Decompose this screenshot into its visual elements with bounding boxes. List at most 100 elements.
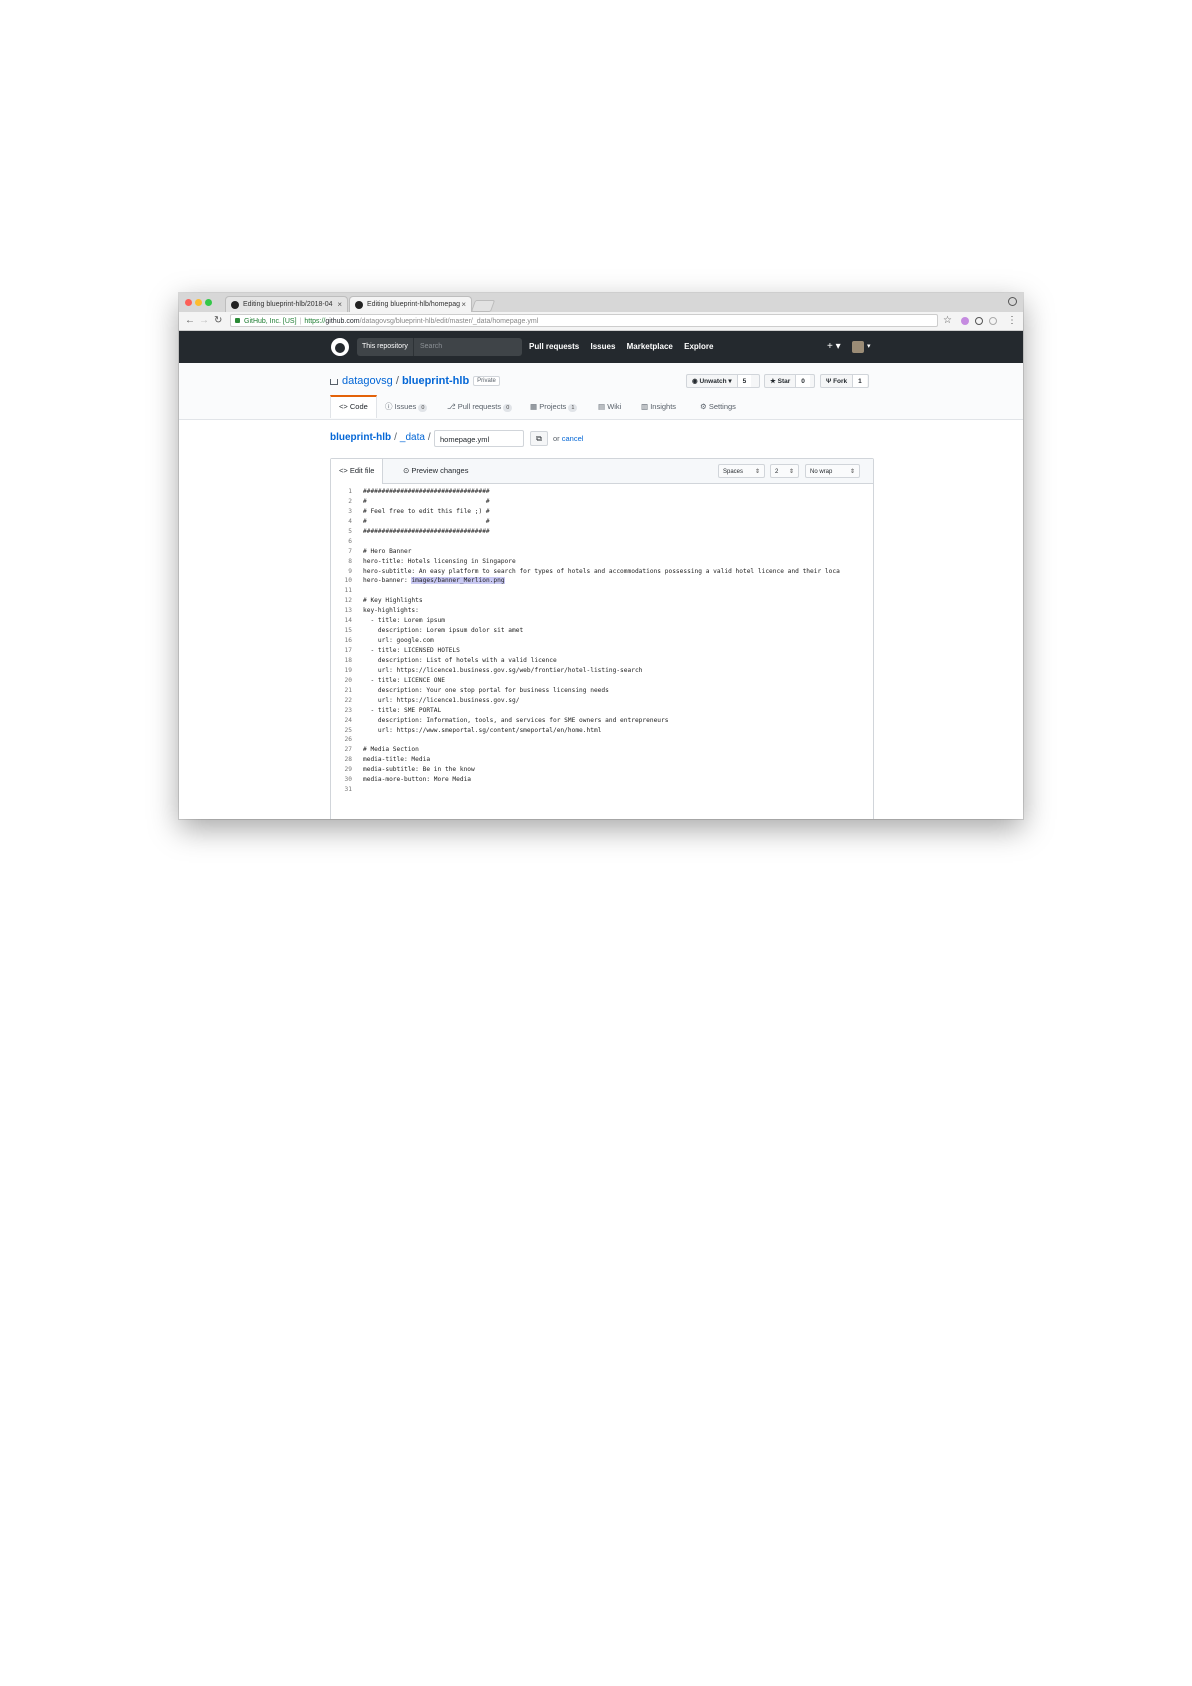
- code-area[interactable]: 1 ################################## 2 # #3…: [331, 487, 873, 795]
- line-text[interactable]: hero-title: Hotels licensing in Singapor…: [363, 557, 516, 567]
- code-line[interactable]: 10 hero-banner: images/banner_Merlion.png: [331, 576, 873, 586]
- code-line[interactable]: 8 hero-title: Hotels licensing in Singapo…: [331, 557, 873, 567]
- code-line[interactable]: 30 media-more-button: More Media: [331, 775, 873, 785]
- new-tab-button[interactable]: [470, 300, 496, 312]
- code-line[interactable]: 23 - title: SME PORTAL: [331, 706, 873, 716]
- tab-projects[interactable]: ▦ Projects 1: [530, 395, 578, 418]
- line-text[interactable]: description: Your one stop portal for bu…: [363, 686, 609, 696]
- line-text[interactable]: ##################################: [363, 527, 490, 537]
- search-input[interactable]: Search: [420, 338, 442, 356]
- nav-pull-requests[interactable]: Pull requests: [529, 342, 579, 351]
- line-text[interactable]: key-highlights:: [363, 606, 419, 616]
- breadcrumb-repo-link[interactable]: blueprint-hlb: [330, 432, 391, 443]
- code-line[interactable]: 19 url: https://licence1.business.gov.sg…: [331, 666, 873, 676]
- nav-issues[interactable]: Issues: [590, 342, 615, 351]
- line-text[interactable]: # Hero Banner: [363, 547, 411, 557]
- code-line[interactable]: 9 hero-subtitle: An easy platform to sear…: [331, 567, 873, 577]
- line-text[interactable]: hero-subtitle: An easy platform to searc…: [363, 567, 840, 577]
- profile-icon[interactable]: [1008, 297, 1017, 306]
- line-text[interactable]: - title: LICENCE ONE: [363, 676, 445, 686]
- tab-code[interactable]: <> Code: [330, 395, 377, 418]
- star-button[interactable]: ★ Star 0: [764, 374, 815, 388]
- line-text[interactable]: ##################################: [363, 487, 490, 497]
- code-line[interactable]: 12 # Key Highlights: [331, 596, 873, 606]
- bookmark-star-icon[interactable]: ☆: [943, 315, 952, 326]
- code-line[interactable]: 6: [331, 537, 873, 547]
- code-line[interactable]: 2 # #: [331, 497, 873, 507]
- code-line[interactable]: 25 url: https://www.smeportal.sg/content…: [331, 726, 873, 736]
- line-text[interactable]: # Media Section: [363, 745, 419, 755]
- tab-edit-file[interactable]: <> Edit file: [331, 459, 384, 484]
- code-line[interactable]: 18 description: List of hotels with a va…: [331, 656, 873, 666]
- code-line[interactable]: 27 # Media Section: [331, 745, 873, 755]
- tab-issues[interactable]: ⓘ Issues 0: [385, 395, 428, 418]
- clipboard-icon[interactable]: ⧉: [530, 431, 548, 446]
- code-line[interactable]: 14 - title: Lorem ipsum: [331, 616, 873, 626]
- line-text[interactable]: url: google.com: [363, 636, 434, 646]
- code-line[interactable]: 5 ##################################: [331, 527, 873, 537]
- tab-insights[interactable]: ▥ Insights: [641, 395, 676, 418]
- code-line[interactable]: 31: [331, 785, 873, 795]
- code-line[interactable]: 11: [331, 586, 873, 596]
- line-text[interactable]: url: https://licence1.business.gov.sg/we…: [363, 666, 643, 676]
- nav-explore[interactable]: Explore: [684, 342, 713, 351]
- fork-button[interactable]: Ψ Fork 1: [820, 374, 869, 388]
- maximize-window-button[interactable]: [205, 299, 212, 306]
- code-line[interactable]: 16 url: google.com: [331, 636, 873, 646]
- line-text[interactable]: description: Information, tools, and ser…: [363, 716, 669, 726]
- code-line[interactable]: 22 url: https://licence1.business.gov.sg…: [331, 696, 873, 706]
- code-line[interactable]: 4 # #: [331, 517, 873, 527]
- close-window-button[interactable]: [185, 299, 192, 306]
- browser-tab[interactable]: Editing blueprint-hlb/2018-04 ×: [225, 296, 348, 312]
- close-tab-icon[interactable]: ×: [461, 300, 466, 309]
- tab-settings[interactable]: ⚙ Settings: [700, 395, 736, 418]
- line-text[interactable]: url: https://licence1.business.gov.sg/: [363, 696, 520, 706]
- code-line[interactable]: 1 ##################################: [331, 487, 873, 497]
- line-text[interactable]: # #: [363, 497, 490, 507]
- breadcrumb-folder-link[interactable]: _data: [400, 432, 425, 443]
- indent-size-select[interactable]: 2 ⇕: [770, 464, 799, 478]
- unwatch-button[interactable]: ◉ Unwatch ▾ 5: [686, 374, 760, 388]
- code-line[interactable]: 26: [331, 735, 873, 745]
- address-bar[interactable]: GitHub, Inc. [US] | https://github.com/dat…: [230, 314, 938, 327]
- extension-icon[interactable]: [961, 317, 969, 325]
- forward-arrow-icon[interactable]: →: [199, 315, 209, 327]
- line-text[interactable]: - title: Lorem ipsum: [363, 616, 445, 626]
- tab-pull-requests[interactable]: ⎇ Pull requests 0: [447, 395, 513, 418]
- line-text[interactable]: # Feel free to edit this file ;) #: [363, 507, 490, 517]
- tab-wiki[interactable]: ▤ Wiki: [598, 395, 621, 418]
- code-line[interactable]: 3 # Feel free to edit this file ;) #: [331, 507, 873, 517]
- line-text[interactable]: media-subtitle: Be in the know: [363, 765, 475, 775]
- github-logo-icon[interactable]: [331, 338, 349, 356]
- watchers-count[interactable]: 5: [737, 375, 752, 387]
- line-text[interactable]: - title: SME PORTAL: [363, 706, 441, 716]
- line-text[interactable]: description: Lorem ipsum dolor sit amet: [363, 626, 523, 636]
- line-text[interactable]: # Key Highlights: [363, 596, 423, 606]
- minimize-window-button[interactable]: [195, 299, 202, 306]
- wrap-mode-select[interactable]: No wrap ⇕: [805, 464, 860, 478]
- cancel-link[interactable]: cancel: [562, 434, 584, 443]
- browser-tab-active[interactable]: Editing blueprint-hlb/homepag ×: [349, 296, 472, 312]
- tab-preview-changes[interactable]: ⊙ Preview changes: [395, 459, 476, 483]
- extension-icon[interactable]: [975, 317, 983, 325]
- line-text[interactable]: url: https://www.smeportal.sg/content/sm…: [363, 726, 602, 736]
- back-arrow-icon[interactable]: ←: [185, 315, 195, 327]
- code-line[interactable]: 17 - title: LICENSED HOTELS: [331, 646, 873, 656]
- code-line[interactable]: 7 # Hero Banner: [331, 547, 873, 557]
- indent-mode-select[interactable]: Spaces ⇕: [718, 464, 765, 478]
- avatar[interactable]: [852, 341, 864, 353]
- code-line[interactable]: 13 key-highlights:: [331, 606, 873, 616]
- code-line[interactable]: 20 - title: LICENCE ONE: [331, 676, 873, 686]
- line-text[interactable]: media-more-button: More Media: [363, 775, 471, 785]
- line-text[interactable]: # #: [363, 517, 490, 527]
- extension-icon[interactable]: [989, 317, 997, 325]
- browser-menu-icon[interactable]: ⋮: [1007, 315, 1017, 327]
- reload-icon[interactable]: ↻: [214, 315, 222, 327]
- line-text[interactable]: media-title: Media: [363, 755, 430, 765]
- line-text[interactable]: - title: LICENSED HOTELS: [363, 646, 459, 656]
- create-new-button[interactable]: + ▾: [827, 341, 841, 352]
- search-box[interactable]: This repository Search: [357, 338, 522, 356]
- chevron-down-icon[interactable]: ▾: [867, 342, 871, 350]
- line-text[interactable]: hero-banner: images/banner_Merlion.png: [363, 576, 505, 586]
- code-line[interactable]: 24 description: Information, tools, and …: [331, 716, 873, 726]
